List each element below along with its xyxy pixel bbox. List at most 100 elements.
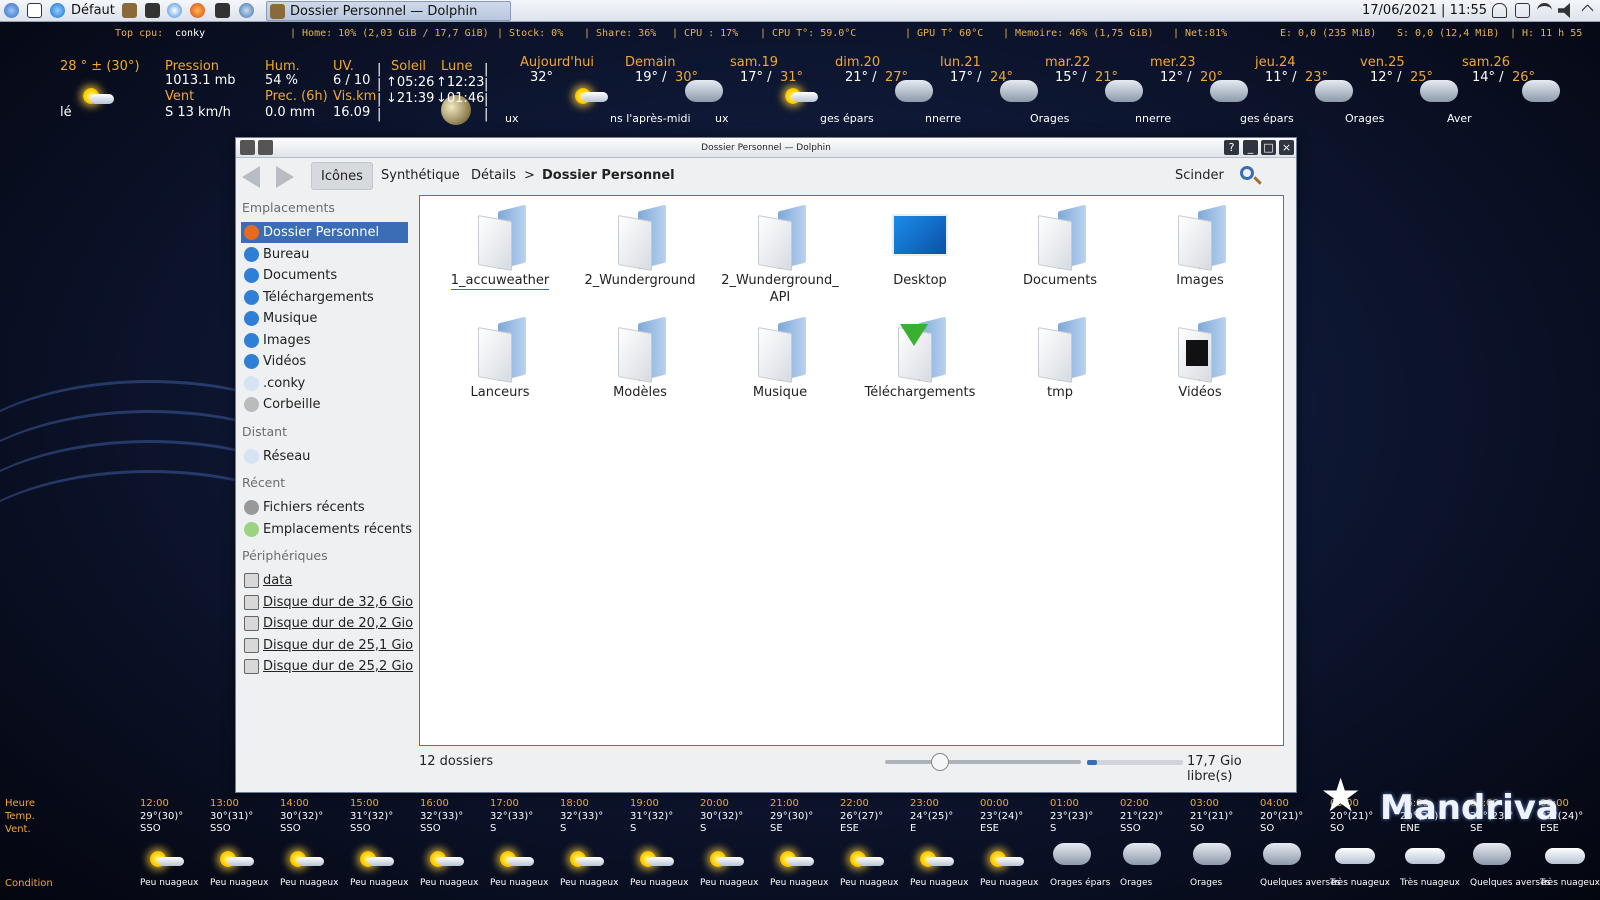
folder-icon	[612, 316, 668, 383]
forecast-day: mar.22	[1045, 55, 1091, 70]
sidebar-item-disque-dur-de-25-1-gio[interactable]: Disque dur de 25,1 Gio	[241, 635, 413, 656]
volume-icon[interactable]	[1558, 3, 1570, 18]
folder-item[interactable]: 2_Wunderground_ API	[710, 204, 850, 306]
vivaldi-icon[interactable]	[215, 3, 230, 18]
hourly-column: 17:00 32°(33)° S	[490, 798, 560, 836]
sidebar-item-disque-dur-de-32-6-gio[interactable]: Disque dur de 32,6 Gio	[241, 592, 413, 613]
pin-icon[interactable]	[258, 140, 273, 155]
hourly-time: 15:00	[350, 798, 379, 809]
taskbar-item-dolphin[interactable]: Dossier Personnel — Dolphin	[266, 1, 511, 21]
clock[interactable]: 17/06/2021 | 11:55	[1362, 3, 1487, 18]
forecast-condition: ux	[715, 112, 729, 125]
sidebar-item-t-l-chargements[interactable]: Téléchargements	[241, 287, 408, 308]
folder-item[interactable]: Lanceurs	[430, 316, 570, 401]
show-desktop-icon[interactable]	[27, 3, 42, 18]
desktop-icon	[892, 206, 948, 268]
sidebar-item-label: Disque dur de 25,1 Gio	[263, 637, 414, 653]
clipboard-icon[interactable]	[1515, 3, 1530, 18]
folder-icon	[244, 311, 259, 326]
network-icon[interactable]	[239, 3, 254, 18]
sidebar-item-disque-dur-de-25-2-gio[interactable]: Disque dur de 25,2 Gio	[241, 656, 413, 677]
hourly-condition: Quelques averses	[1260, 878, 1341, 888]
forecast-low: 17° /	[950, 70, 982, 85]
wifi-icon[interactable]	[1537, 3, 1552, 18]
cloud-icon	[858, 857, 884, 866]
forward-arrow-icon[interactable]	[276, 166, 294, 188]
folder-item[interactable]: Documents	[990, 204, 1130, 289]
window-menu-icon[interactable]	[240, 140, 255, 155]
hourly-condition: Peu nuageux	[490, 878, 549, 888]
monitor-screen	[892, 214, 948, 256]
folder-item[interactable]: Téléchargements	[850, 316, 990, 401]
hourly-temp: 24°(25)°	[910, 810, 954, 822]
folder-item[interactable]: Images	[1130, 204, 1270, 289]
folder-item[interactable]: tmp	[990, 316, 1130, 401]
hourly-wind: ESE	[840, 823, 859, 834]
settings-icon[interactable]	[167, 3, 182, 18]
sidebar-item-images[interactable]: Images	[241, 330, 408, 351]
terminal-icon[interactable]	[145, 3, 160, 18]
sidebar-item-documents[interactable]: Documents	[241, 265, 408, 286]
kickoff-icon[interactable]	[4, 3, 19, 18]
sidebar-item-fichiers-r-cents[interactable]: Fichiers récents	[241, 497, 408, 518]
hourly-column: 03:00 21°(21)° SO	[1190, 798, 1260, 836]
sidebar-item-label: Images	[263, 332, 311, 348]
current-condition: lé	[60, 105, 72, 120]
close-button[interactable]: ×	[1279, 140, 1294, 155]
harddisk-icon	[244, 616, 259, 631]
file-view[interactable]: 1_accuweather 2_Wunderground 2_Wundergroun…	[419, 195, 1284, 746]
folder-item[interactable]: Desktop	[850, 206, 990, 289]
harddisk-icon	[244, 659, 259, 674]
file-manager-icon[interactable]	[122, 3, 137, 18]
split-button[interactable]: Scinder	[1166, 162, 1233, 190]
folder-item[interactable]: Vidéos	[1130, 316, 1270, 401]
zoom-slider[interactable]	[885, 753, 1081, 771]
zoom-slider-handle[interactable]	[930, 753, 949, 771]
sidebar-item-disque-dur-de-20-2-gio[interactable]: Disque dur de 20,2 Gio	[241, 613, 413, 634]
minimize-button[interactable]: _	[1243, 140, 1258, 155]
hourly-column: 12:00 29°(30)° SSO	[140, 798, 210, 836]
help-button[interactable]: ?	[1224, 140, 1239, 155]
firefox-icon[interactable]	[190, 3, 205, 18]
maximize-button[interactable]: □	[1261, 140, 1276, 155]
bell-icon[interactable]	[1492, 3, 1507, 18]
menu-label[interactable]: Défaut	[71, 3, 115, 18]
harddisk-icon	[244, 573, 259, 588]
back-arrow-icon[interactable]	[242, 166, 260, 188]
compact-view-button[interactable]: Synthétique	[372, 162, 469, 190]
sidebar-item-musique[interactable]: Musique	[241, 308, 408, 329]
sidebar-item-corbeille[interactable]: Corbeille	[241, 394, 408, 415]
hourly-column: 22:00 26°(27)° ESE	[840, 798, 910, 836]
folder-item[interactable]: Musique	[710, 316, 850, 401]
hourly-column: 15:00 31°(32)° SSO	[350, 798, 420, 836]
sidebar-item-bureau[interactable]: Bureau	[241, 244, 408, 265]
dolphin-icon	[270, 4, 285, 19]
storm-cloud-icon	[1105, 80, 1143, 102]
folder-item[interactable]: 1_accuweather	[430, 204, 570, 290]
window-titlebar[interactable]: Dossier Personnel — Dolphin ? _ □ ×	[236, 138, 1296, 158]
prec-value: 0.0 mm	[265, 105, 316, 120]
folder-item[interactable]: Modèles	[570, 316, 710, 401]
sidebar-item--conky[interactable]: .conky	[241, 373, 408, 394]
dolphin-window[interactable]: Dossier Personnel — Dolphin ? _ □ × Icôn…	[235, 137, 1297, 793]
sidebar-item-label: Corbeille	[263, 397, 321, 412]
icons-view-button[interactable]: Icônes	[311, 162, 373, 190]
sidebar-item-vid-os[interactable]: Vidéos	[241, 351, 408, 372]
sidebar-item-data[interactable]: data	[241, 570, 408, 591]
expand-tray-icon[interactable]	[1581, 4, 1594, 17]
vent-value: S 13 km/h	[165, 105, 231, 120]
menu-globe-icon[interactable]	[50, 3, 65, 18]
folder-item[interactable]: 2_Wunderground	[570, 204, 710, 289]
sidebar-item-emplacements-r-cents[interactable]: Emplacements récents	[241, 519, 412, 540]
sidebar-item-r-seau[interactable]: Réseau	[241, 446, 408, 467]
hourly-temp: 30°(32)°	[700, 810, 744, 822]
hourly-temp: 23°(23)°	[1050, 810, 1094, 822]
sidebar-item-dossier-personnel[interactable]: Dossier Personnel	[241, 222, 408, 243]
prec-label: Prec. (6h)	[265, 89, 328, 104]
sidebar-item-label: Fichiers récents	[263, 500, 365, 515]
vis-value: 16.09	[333, 105, 371, 120]
conky-system-bar: Top cpu: conky | Home: 10% (2,03 GiB / 1…	[0, 28, 1600, 42]
forecast-day: Aujourd'hui	[520, 55, 594, 70]
hourly-wind: S	[560, 823, 567, 834]
breadcrumb[interactable]: Dossier Personnel	[533, 162, 684, 190]
